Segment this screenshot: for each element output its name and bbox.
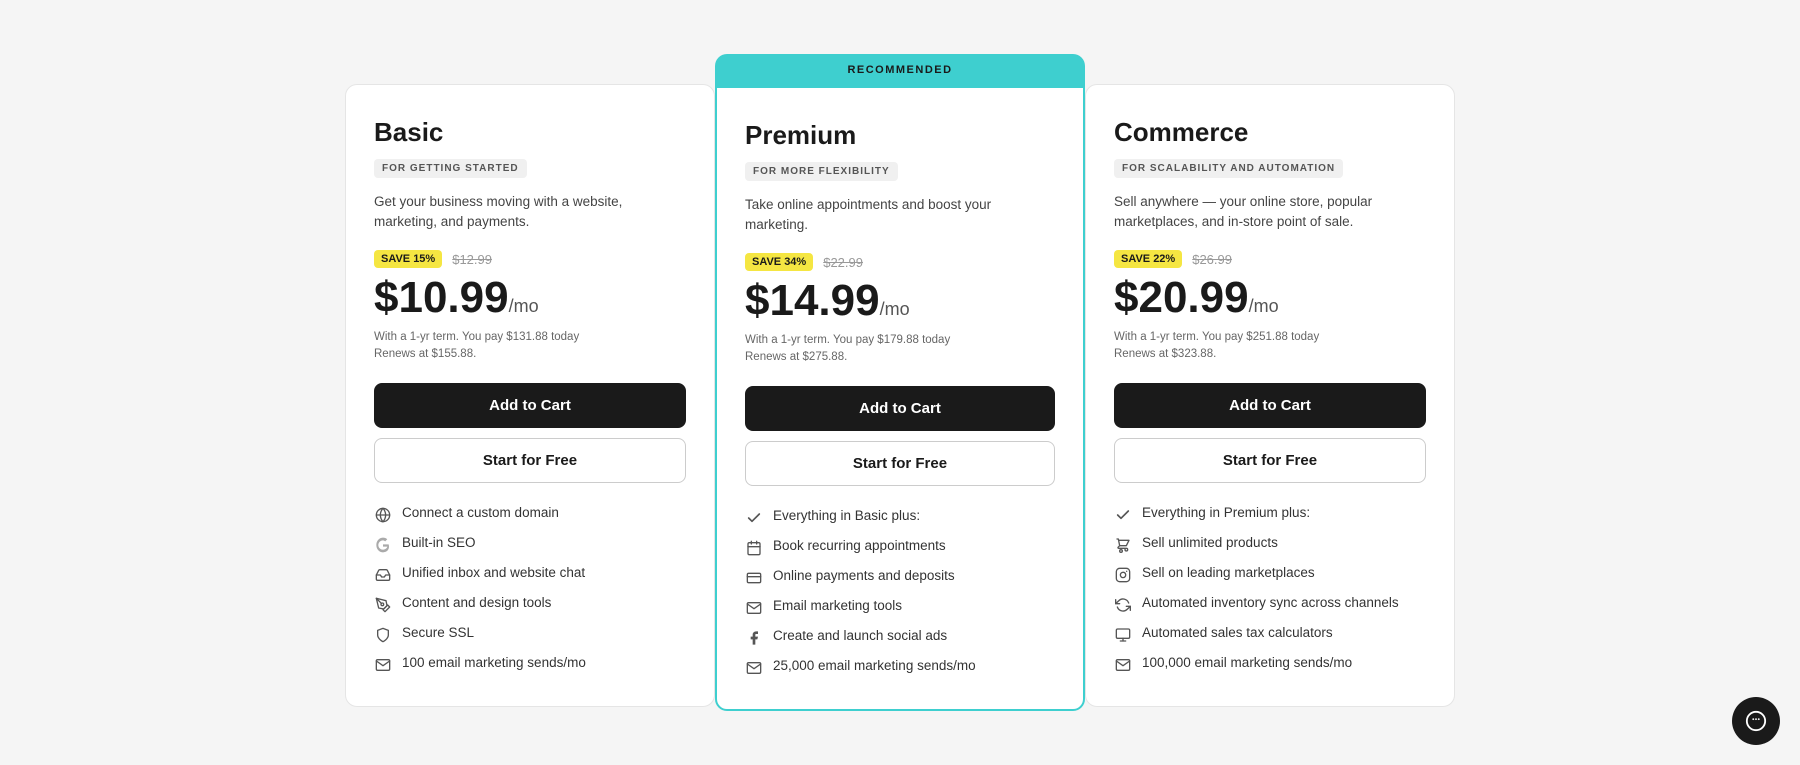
feature-item-commerce-5: 100,000 email marketing sends/mo	[1114, 655, 1426, 674]
plan-tag-premium: For More Flexibility	[745, 162, 898, 181]
feature-item-premium-2: Online payments and deposits	[745, 568, 1055, 587]
current-price-commerce: $20.99/mo	[1114, 274, 1426, 322]
pricing-row-premium: SAVE 34% $22.99	[745, 253, 1055, 271]
plan-tag-basic: For Getting Started	[374, 159, 527, 178]
feature-item-premium-5: 25,000 email marketing sends/mo	[745, 658, 1055, 677]
plan-card-premium: Premium For More Flexibility Take online…	[715, 86, 1085, 711]
google-icon	[374, 536, 392, 554]
price-note-premium: With a 1-yr term. You pay $179.88 todayR…	[745, 332, 1055, 367]
feature-item-commerce-3: Automated inventory sync across channels	[1114, 595, 1426, 614]
feature-item-basic-3: Content and design tools	[374, 595, 686, 614]
feature-text-premium-3: Email marketing tools	[773, 598, 902, 613]
feature-text-commerce-2: Sell on leading marketplaces	[1142, 565, 1315, 580]
original-price-basic: $12.99	[452, 252, 492, 267]
mail-icon	[745, 599, 763, 617]
add-to-cart-button-basic[interactable]: Add to Cart	[374, 383, 686, 428]
plan-name-commerce: Commerce	[1114, 117, 1426, 148]
feature-item-premium-0: Everything in Basic plus:	[745, 508, 1055, 527]
current-price-basic: $10.99/mo	[374, 274, 686, 322]
save-badge-premium: SAVE 34%	[745, 253, 813, 271]
price-note-basic: With a 1-yr term. You pay $131.88 todayR…	[374, 329, 686, 364]
start-for-free-button-basic[interactable]: Start for Free	[374, 438, 686, 483]
check-icon	[745, 509, 763, 527]
features-list-basic: Connect a custom domain Built-in SEO Uni…	[374, 505, 686, 674]
original-price-premium: $22.99	[823, 255, 863, 270]
start-for-free-button-premium[interactable]: Start for Free	[745, 441, 1055, 486]
feature-text-premium-2: Online payments and deposits	[773, 568, 955, 583]
feature-text-commerce-0: Everything in Premium plus:	[1142, 505, 1310, 520]
price-note-commerce: With a 1-yr term. You pay $251.88 todayR…	[1114, 329, 1426, 364]
feature-text-commerce-4: Automated sales tax calculators	[1142, 625, 1333, 640]
feature-text-premium-0: Everything in Basic plus:	[773, 508, 920, 523]
plan-tag-commerce: For Scalability and Automation	[1114, 159, 1343, 178]
inbox-icon	[374, 566, 392, 584]
store-icon	[1114, 536, 1132, 554]
feature-text-basic-3: Content and design tools	[402, 595, 551, 610]
feature-item-commerce-0: Everything in Premium plus:	[1114, 505, 1426, 524]
feature-text-premium-4: Create and launch social ads	[773, 628, 947, 643]
feature-item-premium-3: Email marketing tools	[745, 598, 1055, 617]
feature-text-premium-5: 25,000 email marketing sends/mo	[773, 658, 976, 673]
feature-text-basic-5: 100 email marketing sends/mo	[402, 655, 586, 670]
feature-item-basic-1: Built-in SEO	[374, 535, 686, 554]
feature-item-basic-2: Unified inbox and website chat	[374, 565, 686, 584]
pricing-row-basic: SAVE 15% $12.99	[374, 250, 686, 268]
feature-item-basic-0: Connect a custom domain	[374, 505, 686, 524]
current-price-premium: $14.99/mo	[745, 277, 1055, 325]
feature-text-commerce-3: Automated inventory sync across channels	[1142, 595, 1399, 610]
feature-text-basic-2: Unified inbox and website chat	[402, 565, 585, 580]
check-icon	[1114, 506, 1132, 524]
plan-name-basic: Basic	[374, 117, 686, 148]
feature-text-basic-0: Connect a custom domain	[402, 505, 559, 520]
feature-item-basic-4: Secure SSL	[374, 625, 686, 644]
per-mo-basic: /mo	[509, 296, 539, 316]
mail-icon	[745, 659, 763, 677]
plan-description-premium: Take online appointments and boost your …	[745, 195, 1055, 236]
plan-card-commerce: Commerce For Scalability and Automation …	[1085, 84, 1455, 707]
chat-widget[interactable]	[1732, 697, 1780, 745]
plan-name-premium: Premium	[745, 120, 1055, 151]
feature-text-commerce-5: 100,000 email marketing sends/mo	[1142, 655, 1352, 670]
feature-item-premium-1: Book recurring appointments	[745, 538, 1055, 557]
add-to-cart-button-commerce[interactable]: Add to Cart	[1114, 383, 1426, 428]
recommended-badge: RECOMMENDED	[715, 54, 1085, 86]
feature-item-commerce-2: Sell on leading marketplaces	[1114, 565, 1426, 584]
plan-card-basic: Basic For Getting Started Get your busin…	[345, 84, 715, 707]
features-list-commerce: Everything in Premium plus: Sell unlimit…	[1114, 505, 1426, 674]
feature-text-basic-4: Secure SSL	[402, 625, 474, 640]
feature-text-basic-1: Built-in SEO	[402, 535, 476, 550]
pricing-row-commerce: SAVE 22% $26.99	[1114, 250, 1426, 268]
globe-icon	[374, 506, 392, 524]
per-mo-premium: /mo	[880, 299, 910, 319]
original-price-commerce: $26.99	[1192, 252, 1232, 267]
mail-icon	[374, 656, 392, 674]
per-mo-commerce: /mo	[1249, 296, 1279, 316]
features-list-premium: Everything in Basic plus: Book recurring…	[745, 508, 1055, 677]
feature-item-commerce-4: Automated sales tax calculators	[1114, 625, 1426, 644]
tax-icon	[1114, 626, 1132, 644]
add-to-cart-button-premium[interactable]: Add to Cart	[745, 386, 1055, 431]
design-icon	[374, 596, 392, 614]
facebook-icon	[745, 629, 763, 647]
sync-icon	[1114, 596, 1132, 614]
payments-icon	[745, 569, 763, 587]
feature-text-commerce-1: Sell unlimited products	[1142, 535, 1278, 550]
save-badge-basic: SAVE 15%	[374, 250, 442, 268]
feature-item-basic-5: 100 email marketing sends/mo	[374, 655, 686, 674]
instagram-icon	[1114, 566, 1132, 584]
mail-icon	[1114, 656, 1132, 674]
calendar-icon	[745, 539, 763, 557]
feature-text-premium-1: Book recurring appointments	[773, 538, 946, 553]
plan-wrapper-premium: RECOMMENDED Premium For More Flexibility…	[715, 54, 1085, 711]
feature-item-premium-4: Create and launch social ads	[745, 628, 1055, 647]
feature-item-commerce-1: Sell unlimited products	[1114, 535, 1426, 554]
pricing-container: Basic For Getting Started Get your busin…	[300, 54, 1500, 711]
start-for-free-button-commerce[interactable]: Start for Free	[1114, 438, 1426, 483]
save-badge-commerce: SAVE 22%	[1114, 250, 1182, 268]
shield-icon	[374, 626, 392, 644]
plan-description-commerce: Sell anywhere — your online store, popul…	[1114, 192, 1426, 233]
plan-description-basic: Get your business moving with a website,…	[374, 192, 686, 233]
